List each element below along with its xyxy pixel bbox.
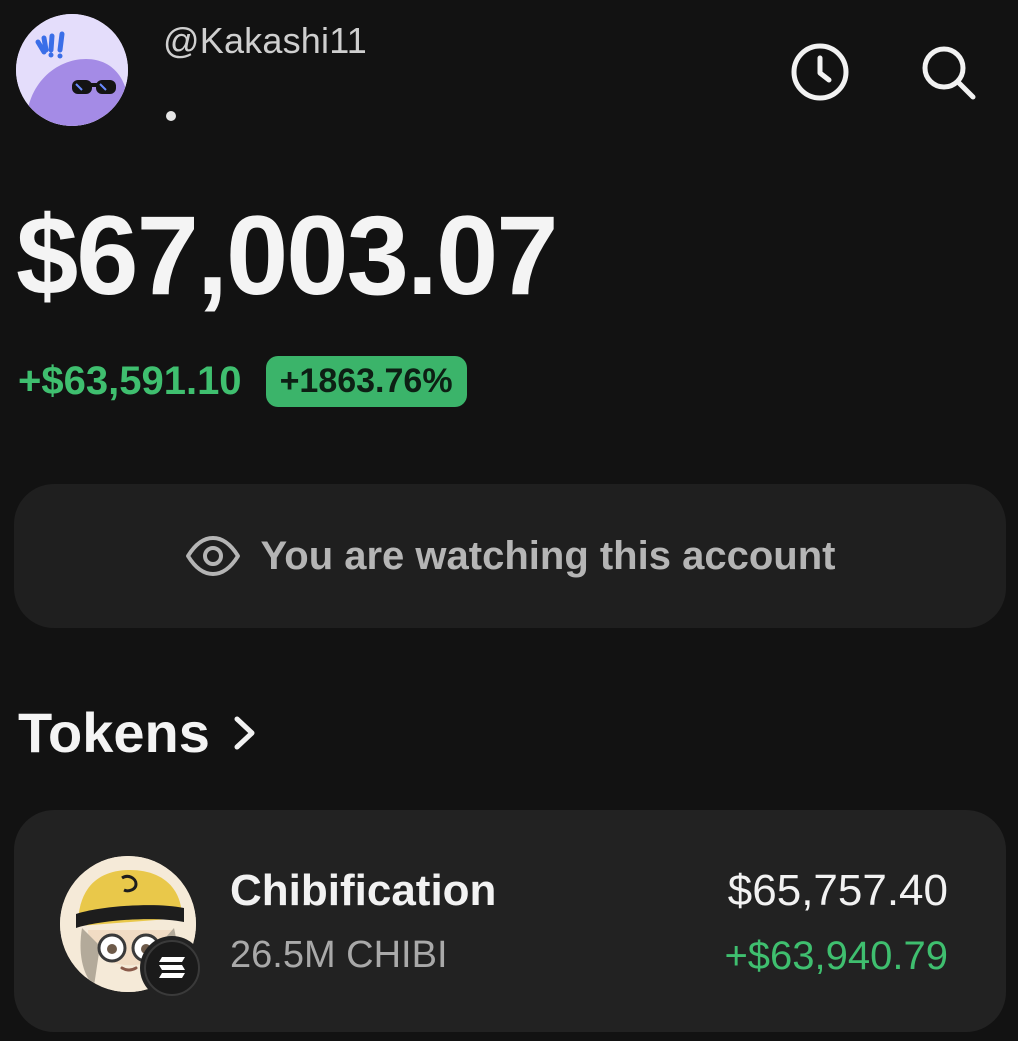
token-amount: 26.5M CHIBI [230,934,448,976]
token-row[interactable]: Chibification 26.5M CHIBI $65,757.40 +$6… [14,810,1006,1032]
token-name: Chibification [230,866,497,915]
username[interactable]: @Kakashi11 [163,20,367,62]
search-icon [922,46,976,100]
avatar[interactable] [16,14,128,126]
portfolio-balance: $67,003.07 [16,193,559,318]
token-logo [60,856,204,1000]
tokens-title: Tokens [18,701,210,764]
sunglasses-avatar-icon [16,14,128,126]
token-change: +$63,940.79 [724,934,948,978]
search-button[interactable] [916,40,980,104]
change-percent-badge: +1863.76% [265,356,467,407]
solana-icon [159,957,185,978]
chevron-right-icon [228,713,262,753]
history-button[interactable] [788,40,852,104]
status-dot [166,111,176,121]
change-amount: +$63,591.10 [18,359,242,403]
eye-icon [185,536,240,576]
watching-account-banner: You are watching this account [14,484,1006,628]
clock-icon [791,43,849,101]
portfolio-change: +$63,591.10 +1863.76% [18,356,467,407]
watching-text: You are watching this account [260,533,836,578]
tokens-section-header[interactable]: Tokens [18,700,262,765]
token-value: $65,757.40 [727,866,948,915]
chain-badge [140,936,204,1000]
wallet-screen: @Kakashi11 $67,003.07 +$63,591.10 +1863.… [0,0,1018,1041]
